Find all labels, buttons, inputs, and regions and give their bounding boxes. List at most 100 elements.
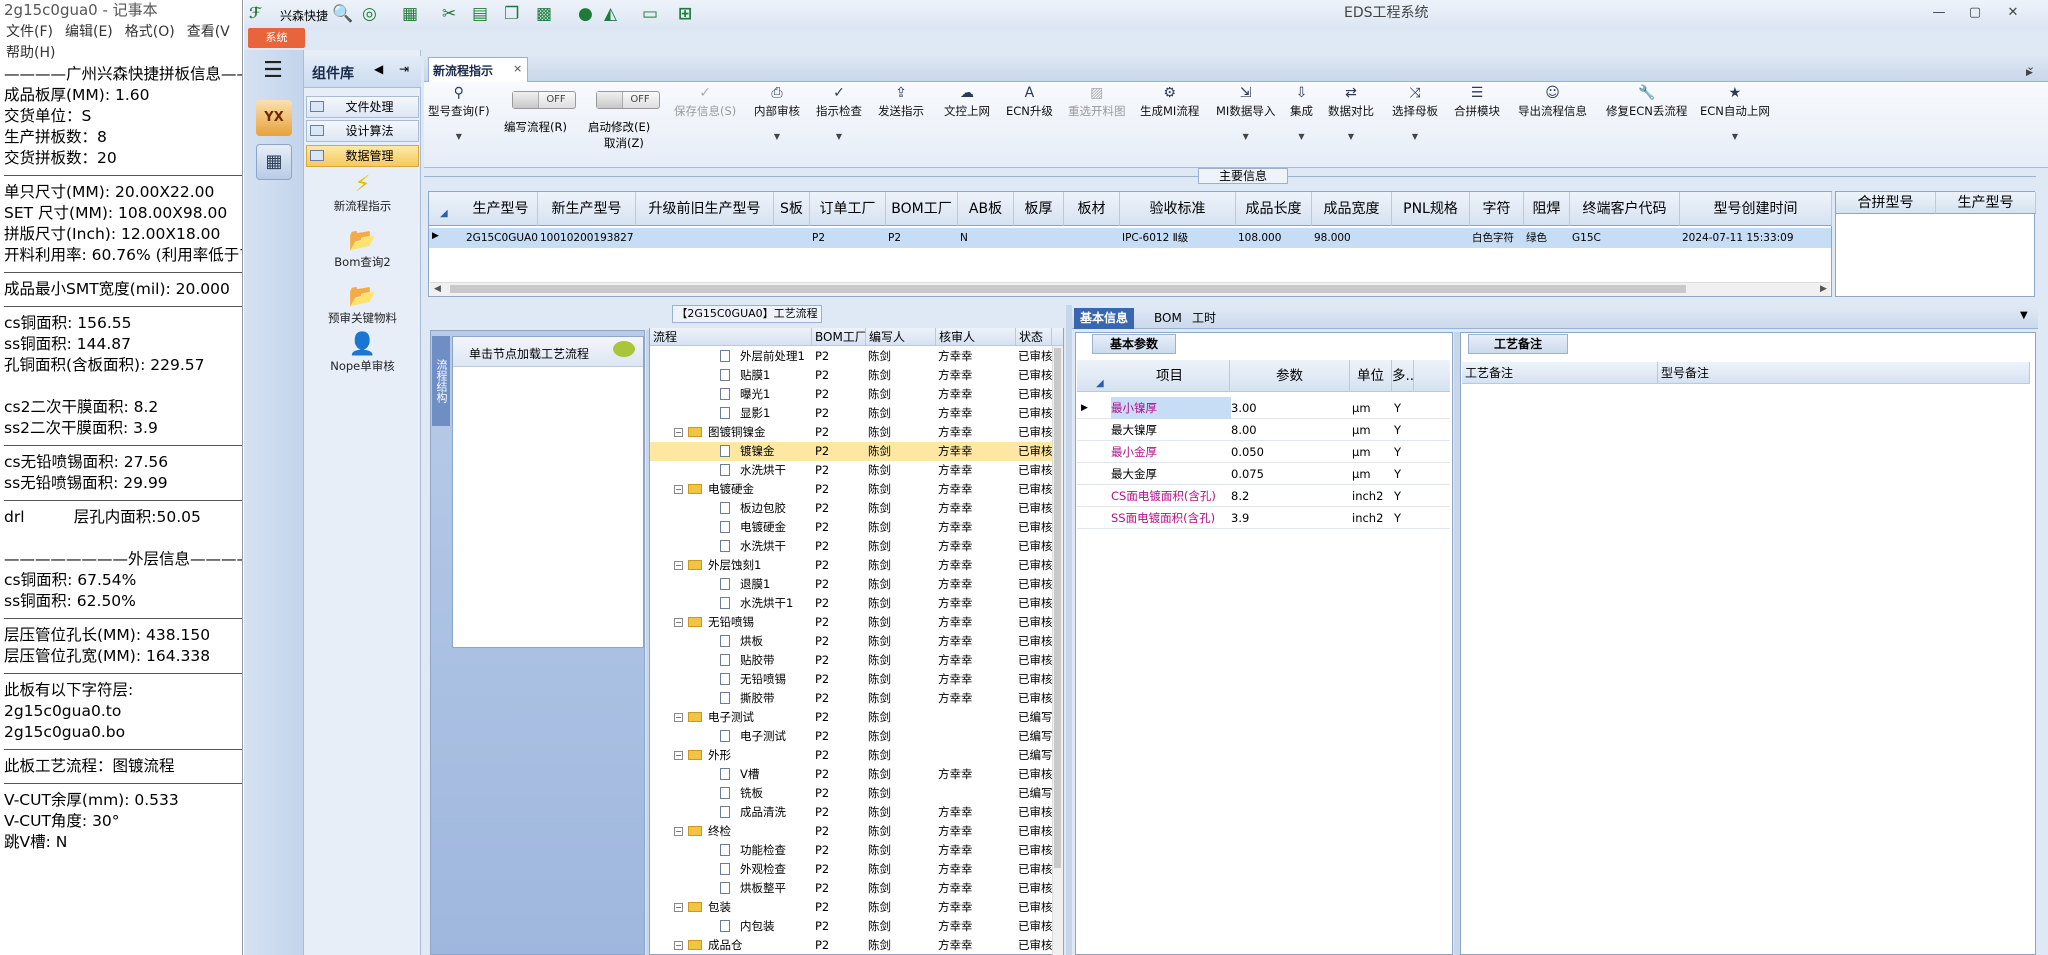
detail-tab[interactable]: BOM bbox=[1148, 308, 1188, 329]
write-process-toggle[interactable]: OFF bbox=[512, 91, 576, 109]
sidebar-item[interactable]: 文件处理 bbox=[306, 96, 419, 118]
sidebar-big-item[interactable]: 📂 预审关键物料 bbox=[304, 284, 421, 326]
params-column-header[interactable]: 单位 bbox=[1350, 360, 1392, 392]
toolbar-button[interactable]: ✓ 指示检查 ▼ bbox=[816, 86, 862, 144]
column-header[interactable]: 订单工厂 bbox=[810, 192, 886, 226]
param-row[interactable]: 最大金厚 0.075 μm Y bbox=[1077, 463, 1450, 485]
copy-icon[interactable]: ❐ bbox=[504, 4, 519, 24]
toolbar-button[interactable]: ★ ECN自动上网 ▼ bbox=[1700, 86, 1770, 144]
tree-row[interactable]: 板边包胶 P2 陈剑 方幸幸 已审核 bbox=[650, 499, 1052, 518]
dropdown-arrow-icon[interactable]: ▼ bbox=[1700, 129, 1770, 144]
dropdown-arrow-icon[interactable]: ▼ bbox=[1392, 129, 1438, 144]
toolbar-button[interactable]: ⚲ 型号查询(F) ▼ bbox=[428, 86, 490, 144]
column-header[interactable]: 成品宽度 bbox=[1312, 192, 1392, 226]
column-header[interactable]: AB板 bbox=[958, 192, 1014, 226]
film-icon[interactable]: ▤ bbox=[472, 4, 488, 24]
collapse-icon[interactable]: − bbox=[674, 941, 683, 950]
column-header[interactable]: 阻焊 bbox=[1524, 192, 1570, 226]
tree-row[interactable]: 成品清洗 P2 陈剑 方幸幸 已审核 bbox=[650, 803, 1052, 822]
panel-collapse-icon[interactable]: ▶ bbox=[2026, 68, 2033, 78]
collapse-icon[interactable]: − bbox=[674, 618, 683, 627]
tree-row[interactable]: − 终检 P2 陈剑 方幸幸 已审核 bbox=[650, 822, 1052, 841]
grid-cell[interactable]: P2 bbox=[886, 228, 958, 248]
toolbar-button[interactable]: ⇲ MI数据导入 ▼ bbox=[1216, 86, 1275, 144]
cancel-button[interactable]: 取消(Z) bbox=[604, 135, 644, 151]
collapse-icon[interactable]: − bbox=[674, 428, 683, 437]
column-header[interactable]: 生产型号 bbox=[1936, 192, 2036, 214]
column-header[interactable]: 升级前旧生产型号 bbox=[636, 192, 774, 226]
process-structure-area[interactable] bbox=[452, 336, 644, 648]
toolbar-button[interactable]: 🔧 修复ECN丢流程 bbox=[1606, 86, 1687, 119]
collapse-icon[interactable]: − bbox=[674, 561, 683, 570]
collapse-icon[interactable]: − bbox=[674, 713, 683, 722]
grid-cell[interactable]: 10010200193827 bbox=[538, 228, 636, 248]
column-header[interactable]: S板 bbox=[774, 192, 810, 226]
toolbar-button[interactable]: ⎙ 内部审核 ▼ bbox=[754, 86, 800, 144]
tree-row[interactable]: 水洗烘干1 P2 陈剑 方幸幸 已审核 bbox=[650, 594, 1052, 613]
close-icon[interactable]: ✕ bbox=[2004, 4, 2022, 22]
param-row[interactable]: 最小金厚 0.050 μm Y bbox=[1077, 441, 1450, 463]
dropdown-arrow-icon[interactable]: ▼ bbox=[1290, 129, 1313, 144]
tab-new-process[interactable]: 新流程指示 × bbox=[428, 57, 528, 82]
monitor-icon[interactable]: ▭ bbox=[642, 4, 658, 24]
grid-cell[interactable]: 108.000 bbox=[1236, 228, 1312, 248]
calculator-icon[interactable]: ▦ bbox=[256, 144, 292, 180]
tree-row[interactable]: − 无铅喷锡 P2 陈剑 方幸幸 已审核 bbox=[650, 613, 1052, 632]
chart-icon[interactable]: ◭ bbox=[604, 4, 617, 24]
grid-cell[interactable]: 98.000 bbox=[1312, 228, 1392, 248]
scroll-left-icon[interactable]: ◀ bbox=[434, 284, 441, 294]
param-row[interactable]: 最大镍厚 8.00 μm Y bbox=[1077, 419, 1450, 441]
tree-row[interactable]: 贴膜1 P2 陈剑 方幸幸 已审核 bbox=[650, 366, 1052, 385]
toolbar-button[interactable]: ⇪ 发送指示 bbox=[878, 86, 924, 119]
toolbar-button[interactable]: A ECN升级 bbox=[1006, 86, 1053, 119]
sidebar-item[interactable]: 数据管理 bbox=[306, 145, 419, 167]
notepad-menu-item[interactable]: 编辑(E) bbox=[65, 24, 113, 40]
grid-cell[interactable]: 白色字符 bbox=[1470, 228, 1524, 248]
column-header[interactable]: 验收标准 bbox=[1120, 192, 1236, 226]
tree-row[interactable]: − 电子测试 P2 陈剑 已编写 bbox=[650, 708, 1052, 727]
collapse-left-icon[interactable]: ◀ bbox=[374, 62, 383, 76]
splitter-right[interactable] bbox=[1066, 305, 1072, 955]
dropdown-arrow-icon[interactable]: ▼ bbox=[428, 129, 490, 144]
tree-row[interactable]: 退膜1 P2 陈剑 方幸幸 已审核 bbox=[650, 575, 1052, 594]
toolbar-button[interactable]: ☁ 文控上网 bbox=[944, 86, 990, 119]
tree-row[interactable]: 功能检查 P2 陈剑 方幸幸 已审核 bbox=[650, 841, 1052, 860]
column-header[interactable]: 终端客户代码 bbox=[1570, 192, 1680, 226]
detail-tab[interactable]: 工时 bbox=[1186, 308, 1222, 329]
tree-row[interactable]: 贴胶带 P2 陈剑 方幸幸 已审核 bbox=[650, 651, 1052, 670]
detail-tabs-menu-icon[interactable]: ▼ bbox=[2020, 310, 2028, 321]
tree-row[interactable]: 曝光1 P2 陈剑 方幸幸 已审核 bbox=[650, 385, 1052, 404]
param-row[interactable]: ▶ 最小镍厚 3.00 μm Y bbox=[1077, 397, 1450, 419]
grid-cell[interactable]: N bbox=[958, 228, 1014, 248]
grid-cell[interactable]: IPC-6012 Ⅱ级 bbox=[1120, 228, 1236, 248]
toolbar-button[interactable]: ⇄ 数据对比 ▼ bbox=[1328, 86, 1374, 144]
tree-row[interactable]: 电镀硬金 P2 陈剑 方幸幸 已审核 bbox=[650, 518, 1052, 537]
tree-row[interactable]: V槽 P2 陈剑 方幸幸 已审核 bbox=[650, 765, 1052, 784]
remark-column-header[interactable]: 型号备注 bbox=[1658, 362, 2030, 384]
tree-row[interactable]: 内包装 P2 陈剑 方幸幸 已审核 bbox=[650, 917, 1052, 936]
notepad-menu-item[interactable]: 帮助(H) bbox=[6, 43, 230, 64]
column-header[interactable]: 板材 bbox=[1064, 192, 1120, 226]
dropdown-arrow-icon[interactable]: ▼ bbox=[816, 129, 862, 144]
grid-cell[interactable] bbox=[1392, 228, 1470, 248]
tree-row[interactable]: 显影1 P2 陈剑 方幸幸 已审核 bbox=[650, 404, 1052, 423]
tree-row[interactable]: 电子测试 P2 陈剑 已编写 bbox=[650, 727, 1052, 746]
yx-app-icon[interactable]: YX bbox=[256, 100, 292, 136]
system-tab[interactable]: 系统 bbox=[248, 28, 305, 48]
tree-row[interactable]: − 外层蚀刻1 P2 陈剑 方幸幸 已审核 bbox=[650, 556, 1052, 575]
windows-icon[interactable]: ⊞ bbox=[678, 4, 692, 24]
dropdown-arrow-icon[interactable]: ▼ bbox=[1328, 129, 1374, 144]
column-header[interactable]: 成品长度 bbox=[1236, 192, 1312, 226]
detail-tab[interactable]: 基本信息 bbox=[1074, 308, 1135, 329]
start-edit-toggle[interactable]: OFF bbox=[596, 91, 660, 109]
tree-row[interactable]: − 包装 P2 陈剑 方幸幸 已审核 bbox=[650, 898, 1052, 917]
notepad-menu-item[interactable]: 格式(O) bbox=[125, 24, 175, 40]
grid-cell[interactable]: P2 bbox=[810, 228, 886, 248]
tree-vscroll-thumb[interactable] bbox=[1054, 348, 1061, 868]
grid-cell[interactable]: 绿色 bbox=[1524, 228, 1570, 248]
sidebar-big-item[interactable]: 👤 Nope单审核 bbox=[304, 332, 421, 374]
scroll-right-icon[interactable]: ▶ bbox=[1820, 284, 1827, 294]
tree-row[interactable]: − 电镀硬金 P2 陈剑 方幸幸 已审核 bbox=[650, 480, 1052, 499]
params-column-header[interactable]: 多... bbox=[1392, 360, 1414, 392]
tree-column-header[interactable]: 编写人 bbox=[866, 328, 936, 346]
